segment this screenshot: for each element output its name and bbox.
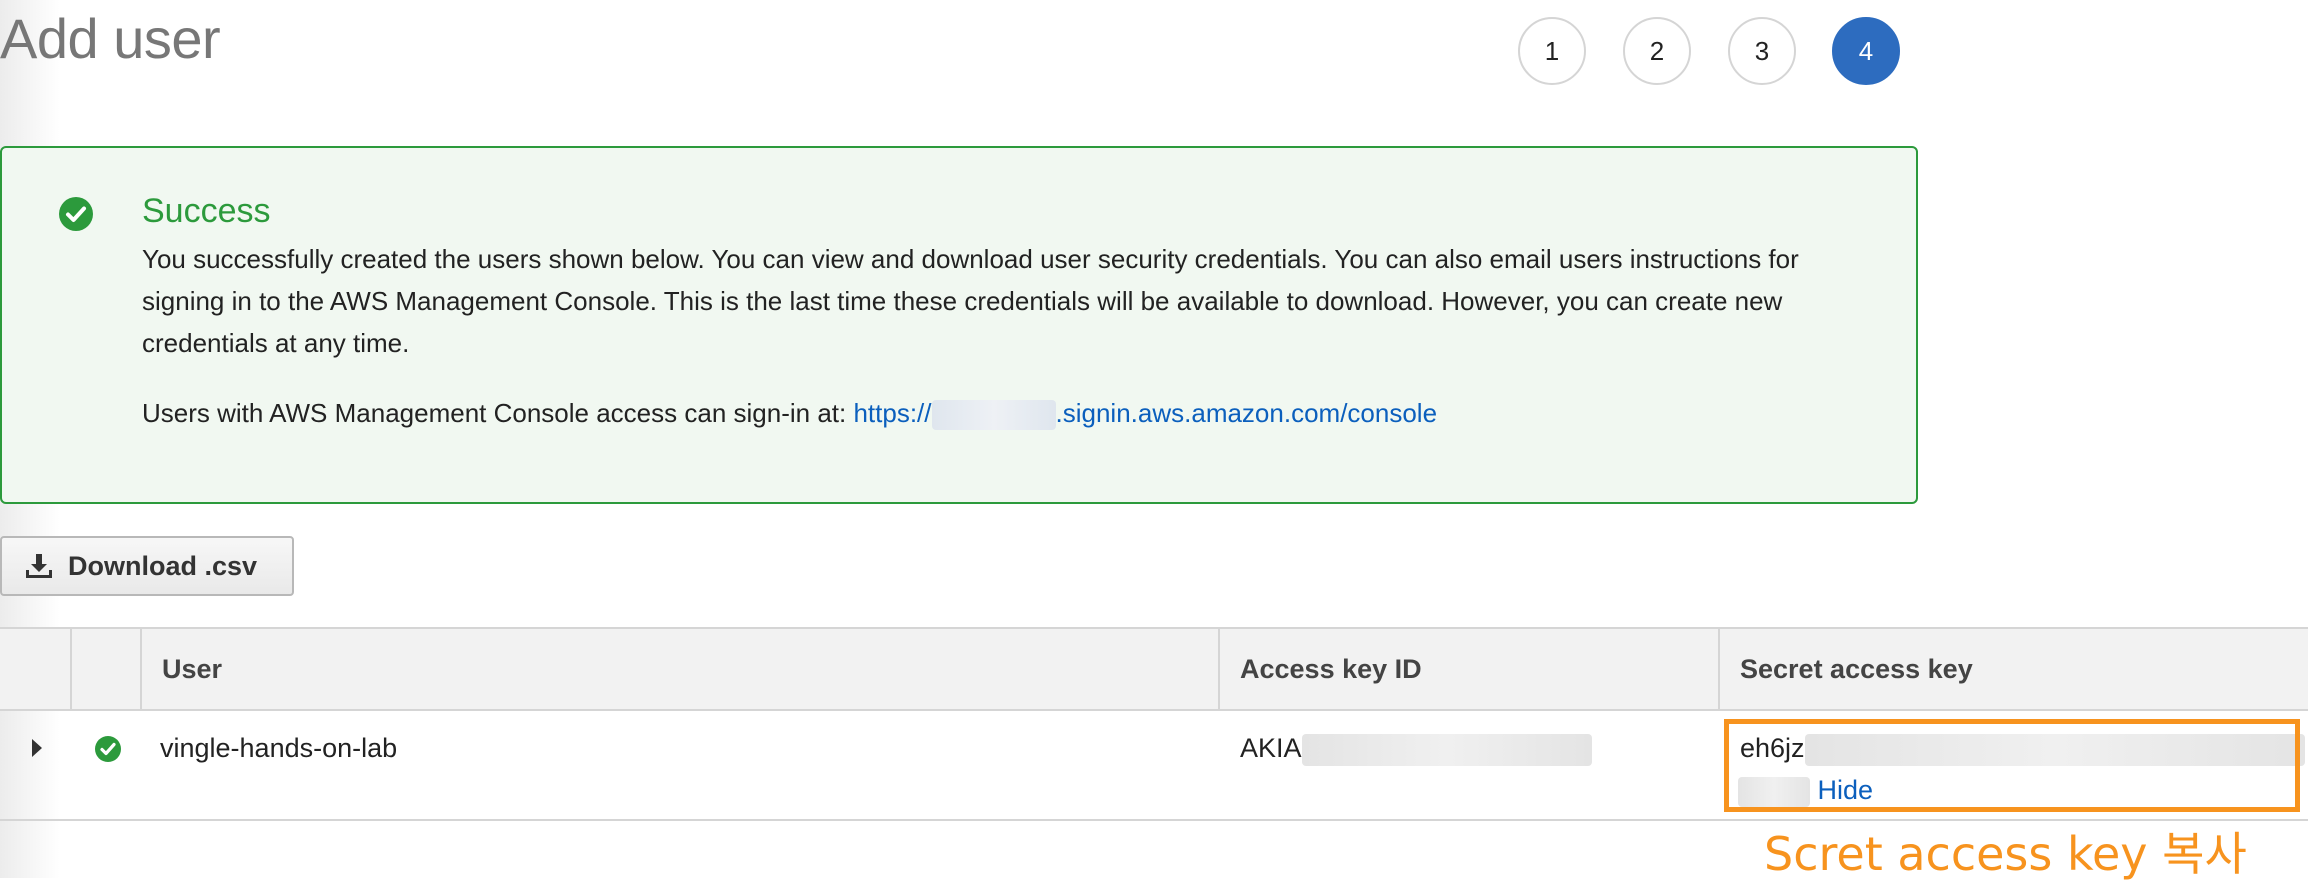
step-2[interactable]: 2 bbox=[1623, 17, 1691, 85]
table-header: User Access key ID Secret access key bbox=[0, 627, 2308, 711]
access-key-id: AKIA bbox=[1240, 733, 1592, 766]
status-column-header bbox=[70, 629, 142, 709]
column-header-user[interactable]: User bbox=[140, 629, 1220, 709]
signin-url-end: .signin.aws.amazon.com/console bbox=[1055, 398, 1438, 428]
signin-line: Users with AWS Management Console access… bbox=[142, 392, 1437, 434]
column-header-secret-access-key[interactable]: Secret access key bbox=[1718, 629, 2308, 709]
redacted-account-id bbox=[931, 400, 1056, 431]
redacted-access-key bbox=[1301, 733, 1592, 766]
expand-caret-icon[interactable] bbox=[32, 739, 42, 757]
download-csv-label: Download .csv bbox=[68, 550, 258, 581]
annotation-copy-secret-key: Scret access key 복사 bbox=[1764, 827, 2247, 881]
access-key-prefix: AKIA bbox=[1240, 733, 1302, 763]
step-1[interactable]: 1 bbox=[1518, 17, 1586, 85]
signin-prefix: Users with AWS Management Console access… bbox=[142, 398, 847, 428]
signin-url-link[interactable]: https:// .signin.aws.amazon.com/console bbox=[853, 398, 1438, 431]
check-circle-icon bbox=[95, 736, 121, 762]
alert-message: You successfully created the users shown… bbox=[142, 244, 1799, 358]
alert-title: Success bbox=[142, 192, 271, 230]
download-icon bbox=[26, 554, 52, 578]
user-name: vingle-hands-on-lab bbox=[160, 733, 398, 763]
signin-url-start: https:// bbox=[853, 398, 932, 428]
secret-key-highlight-box bbox=[1724, 719, 2300, 812]
page-title: Add user bbox=[0, 7, 221, 70]
column-header-access-key-id[interactable]: Access key ID bbox=[1218, 629, 1720, 709]
step-3[interactable]: 3 bbox=[1728, 17, 1796, 85]
download-csv-button[interactable]: Download .csv bbox=[0, 536, 294, 596]
check-circle-icon bbox=[59, 197, 93, 231]
success-alert: Success You successfully created the use… bbox=[0, 146, 1918, 504]
step-4[interactable]: 4 bbox=[1832, 17, 1900, 85]
